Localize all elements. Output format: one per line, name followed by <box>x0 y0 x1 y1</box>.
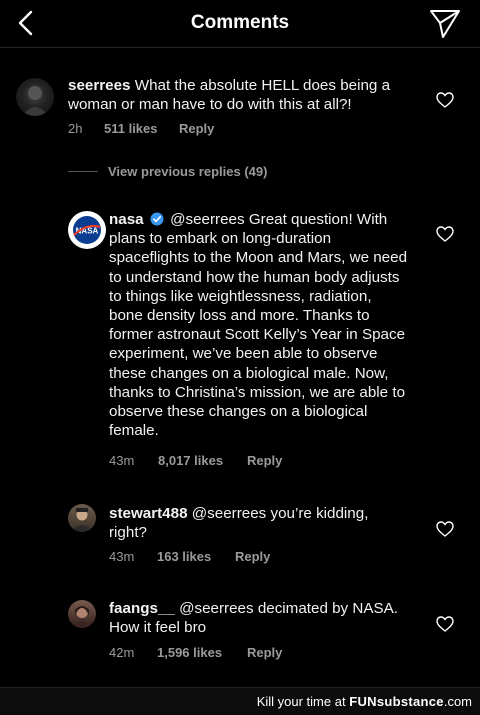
comment-likes[interactable]: 8,017 likes <box>158 453 247 468</box>
reply-button[interactable]: Reply <box>235 549 270 564</box>
watermark-footer: Kill your time at FUNsubstance.com <box>0 687 480 715</box>
comment-meta: 2h 511 likes Reply <box>68 121 214 136</box>
comment-text: nasa @seerrees Great question! With plan… <box>109 210 409 440</box>
comment-meta: 43m 163 likes Reply <box>109 549 270 564</box>
comment-username[interactable]: seerrees <box>68 77 131 94</box>
watermark-prefix: Kill your time at <box>256 694 346 709</box>
avatar[interactable]: NASA <box>68 211 106 249</box>
comment-time: 2h <box>68 121 83 136</box>
send-icon[interactable] <box>428 8 462 40</box>
header-bar: Comments <box>0 0 480 48</box>
view-previous-replies[interactable]: View previous replies (49) <box>68 164 267 179</box>
heart-icon[interactable] <box>436 92 454 108</box>
reply-button[interactable]: Reply <box>247 453 282 468</box>
avatar[interactable] <box>68 600 96 628</box>
comment-text: faangs__ @seerrees decimated by NASA. Ho… <box>109 599 414 637</box>
comment-time: 43m <box>109 549 135 564</box>
reply-button[interactable]: Reply <box>179 121 214 136</box>
watermark-text: Kill your time at FUNsubstance.com <box>257 694 472 709</box>
comment-username[interactable]: nasa <box>109 211 144 228</box>
comment-likes[interactable]: 163 likes <box>157 549 235 564</box>
page-title: Comments <box>190 12 290 33</box>
comment-body: @seerrees Great question! With plans to … <box>109 211 408 440</box>
comment-username[interactable]: faangs__ <box>109 600 175 617</box>
verified-badge-icon <box>150 212 164 226</box>
watermark-brand: FUNsubstance <box>349 694 444 709</box>
avatar[interactable] <box>68 504 96 532</box>
avatar[interactable] <box>16 78 54 116</box>
comment-username[interactable]: stewart488 <box>109 505 188 522</box>
divider <box>68 171 98 172</box>
heart-icon[interactable] <box>436 226 454 242</box>
comment-text: seerrees What the absolute HELL does bei… <box>68 76 408 114</box>
comment-text: stewart488 @seerrees you’re kidding, rig… <box>109 504 409 542</box>
comment-likes[interactable]: 511 likes <box>104 121 179 136</box>
comment-meta: 43m 8,017 likes Reply <box>109 453 282 468</box>
heart-icon[interactable] <box>436 521 454 537</box>
comment-time: 42m <box>109 645 135 660</box>
comment-time: 43m <box>109 453 135 468</box>
watermark-suffix: .com <box>443 694 472 709</box>
reply-button[interactable]: Reply <box>247 645 282 660</box>
heart-icon[interactable] <box>436 616 454 632</box>
view-previous-replies-label[interactable]: View previous replies (49) <box>108 164 267 179</box>
comment-likes[interactable]: 1,596 likes <box>157 645 247 660</box>
comment-meta: 42m 1,596 likes Reply <box>109 645 282 660</box>
